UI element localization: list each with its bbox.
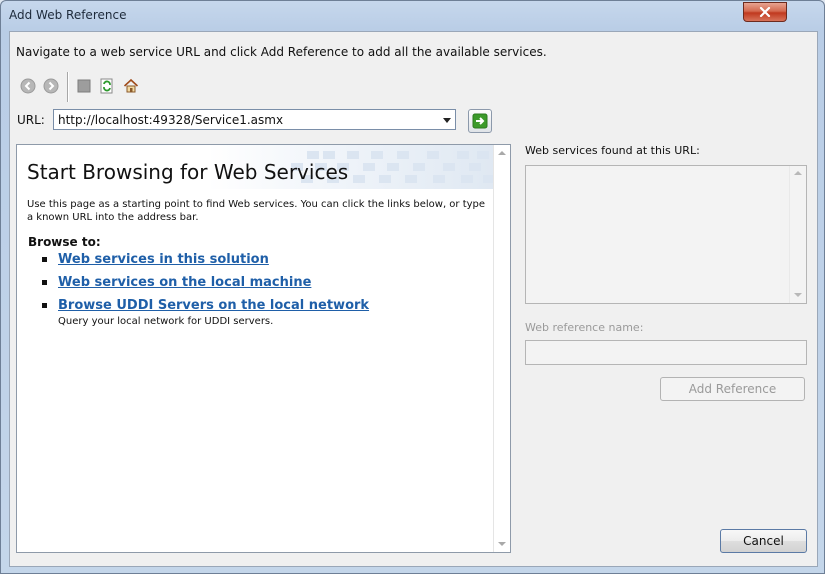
browser-pane: Start Browsing for Web Services Use this… <box>16 144 511 553</box>
browser-heading: Start Browsing for Web Services <box>27 160 349 184</box>
stop-icon <box>77 79 91 93</box>
window-title: Add Web Reference <box>9 8 127 22</box>
forward-icon <box>43 78 59 94</box>
refresh-button[interactable] <box>98 77 116 95</box>
browser-banner: Start Browsing for Web Services <box>17 145 495 189</box>
browser-intro-text: Use this page as a starting point to fin… <box>27 199 486 223</box>
title-bar[interactable]: Add Web Reference <box>1 1 824 31</box>
scroll-down-icon[interactable] <box>794 293 802 297</box>
browse-to-label: Browse to: <box>28 235 101 249</box>
bullet-icon <box>42 280 47 285</box>
dialog-client-area: Navigate to a web service URL and click … <box>9 31 818 567</box>
add-web-reference-window: Add Web Reference Navigate to a web serv… <box>0 0 825 574</box>
services-list-scrollbar[interactable] <box>789 166 806 303</box>
link-web-services-local-machine[interactable]: Web services on the local machine <box>58 275 311 290</box>
services-found-label: Web services found at this URL: <box>525 144 700 157</box>
scroll-down-icon[interactable] <box>498 542 506 546</box>
home-button[interactable] <box>122 77 140 95</box>
web-reference-name-input[interactable] <box>525 340 807 365</box>
back-icon <box>20 78 36 94</box>
scroll-up-icon[interactable] <box>794 171 802 175</box>
url-combobox[interactable] <box>53 109 456 130</box>
close-icon <box>759 7 771 17</box>
add-reference-button[interactable]: Add Reference <box>660 377 805 401</box>
url-label: URL: <box>17 113 45 127</box>
uddi-description: Query your local network for UDDI server… <box>58 316 274 327</box>
scroll-up-icon[interactable] <box>498 151 506 155</box>
forward-button[interactable] <box>42 77 60 95</box>
chevron-down-icon <box>443 117 451 123</box>
browser-scrollbar[interactable] <box>493 145 510 552</box>
bullet-icon <box>42 303 47 308</box>
go-arrow-icon <box>472 113 488 129</box>
go-button[interactable] <box>468 109 492 133</box>
refresh-icon <box>100 78 113 94</box>
link-web-services-solution[interactable]: Web services in this solution <box>58 252 269 267</box>
url-input[interactable] <box>58 112 433 127</box>
services-found-list[interactable] <box>525 165 807 304</box>
close-button[interactable] <box>743 2 787 22</box>
back-button[interactable] <box>19 77 37 95</box>
instructions-text: Navigate to a web service URL and click … <box>16 45 547 59</box>
stop-button[interactable] <box>75 77 93 95</box>
url-dropdown-button[interactable] <box>441 113 453 127</box>
cancel-button[interactable]: Cancel <box>720 529 807 553</box>
link-browse-uddi[interactable]: Browse UDDI Servers on the local network <box>58 298 369 313</box>
bullet-icon <box>42 257 47 262</box>
toolbar-separator <box>67 72 69 102</box>
web-reference-name-label: Web reference name: <box>525 321 644 334</box>
home-icon <box>123 78 139 93</box>
